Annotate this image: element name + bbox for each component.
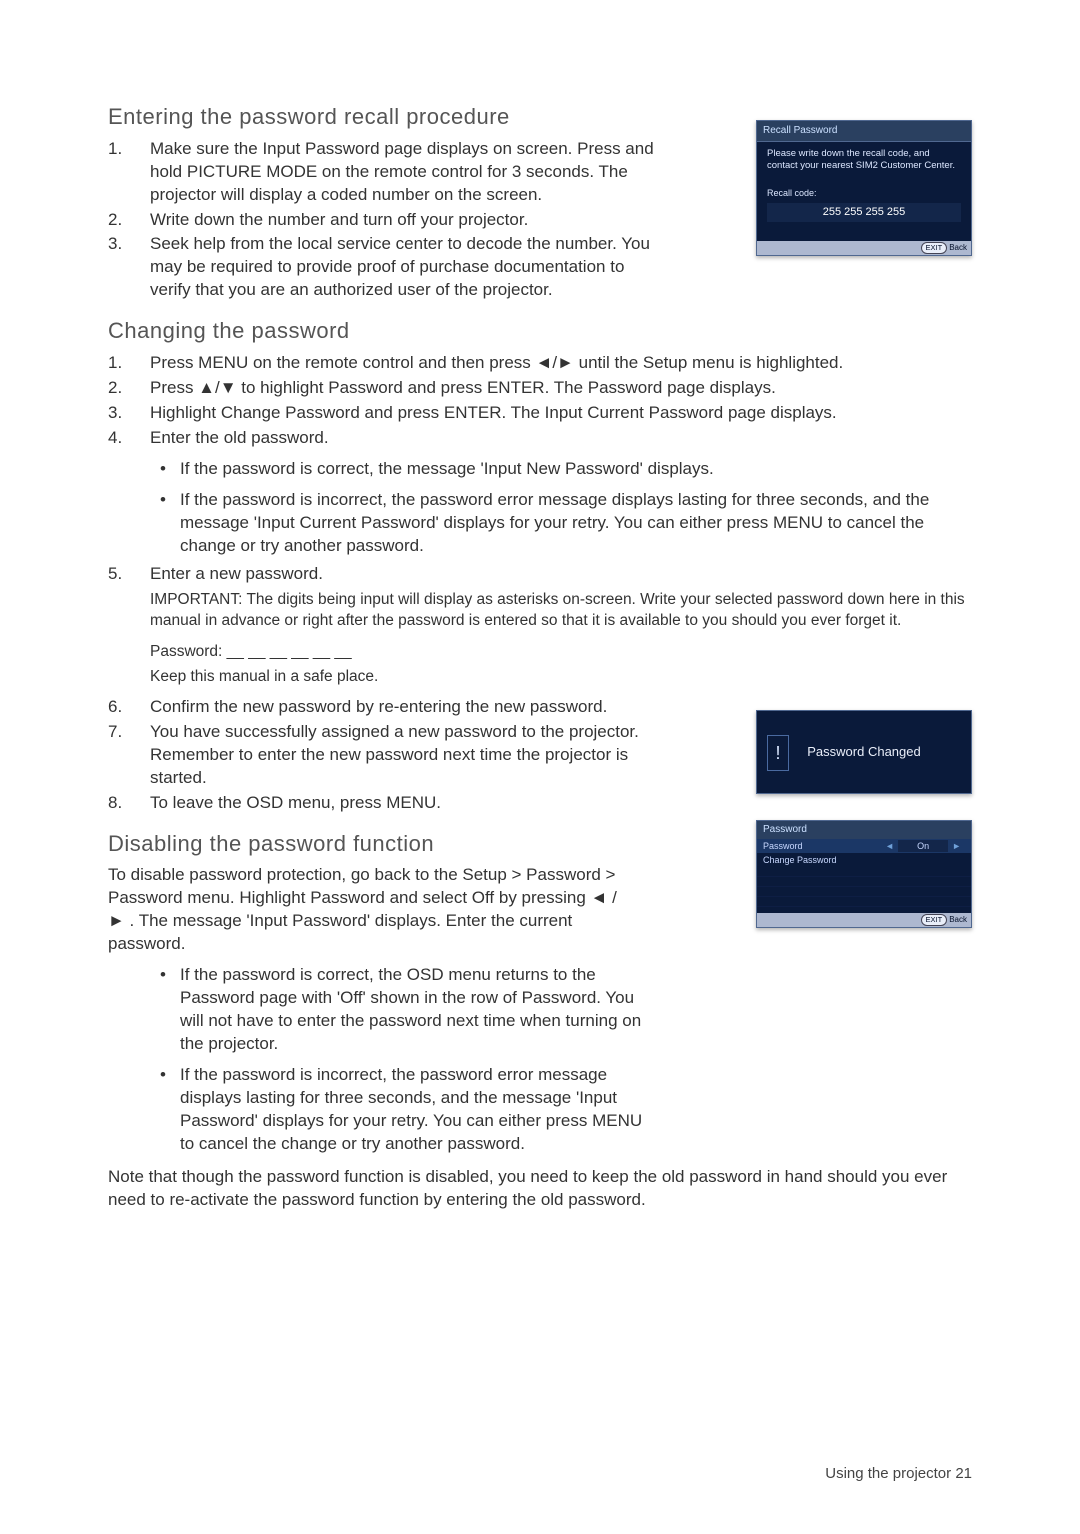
step-text: Seek help from the local service center … (150, 233, 660, 302)
blank-row (757, 897, 971, 907)
disable-bullets: •If the password is correct, the OSD men… (108, 964, 972, 1156)
osd-password-changed: ! Password Changed (756, 710, 972, 794)
osd-title: Recall Password (757, 121, 971, 142)
list-item: 3. Highlight Change Password and press E… (108, 402, 972, 425)
step-number: 3. (108, 233, 150, 256)
list-item: 4. Enter the old password. (108, 427, 972, 450)
list-item: 5. Enter a new password. (108, 563, 972, 586)
exit-button-label: EXIT (921, 914, 948, 926)
row-label: Change Password (763, 854, 965, 866)
step-text: To leave the OSD menu, press MENU. (150, 792, 972, 815)
osd-footer: EXITBack (757, 241, 971, 255)
step-number: 5. (108, 563, 150, 586)
step-text: You have successfully assigned a new pas… (150, 721, 660, 790)
osd-password-menu: Password Password ◄ On ► Change Password… (756, 820, 972, 928)
step-number: 6. (108, 696, 150, 719)
bullet-icon: • (150, 964, 180, 987)
step-number: 8. (108, 792, 150, 815)
step-text: Write down the number and turn off your … (150, 209, 660, 232)
bullet-icon: • (150, 458, 180, 481)
bullet-text: If the password is incorrect, the passwo… (180, 489, 972, 558)
blank-row (757, 877, 971, 887)
list-item: 2. Press ▲/▼ to highlight Password and p… (108, 377, 972, 400)
step-text: Press ▲/▼ to highlight Password and pres… (150, 377, 972, 400)
list-item: •If the password is correct, the OSD men… (150, 964, 972, 1056)
exit-button-label: EXIT (921, 242, 948, 254)
back-label: Back (949, 243, 967, 252)
step-text: Enter the old password. (150, 427, 972, 450)
osd-footer: EXITBack (757, 913, 971, 927)
step-number: 1. (108, 138, 150, 161)
right-arrow-icon: ► (948, 840, 965, 852)
menu-row-password: Password ◄ On ► (757, 839, 971, 853)
row-value: On (898, 840, 948, 852)
step-text: Make sure the Input Password page displa… (150, 138, 660, 207)
step-number: 7. (108, 721, 150, 744)
step-text: Press MENU on the remote control and the… (150, 352, 972, 375)
list-item: •If the password is incorrect, the passw… (150, 489, 972, 558)
list-item: •If the password is incorrect, the passw… (150, 1064, 972, 1156)
recall-code-value: 255 255 255 255 (767, 203, 961, 222)
step-number: 2. (108, 377, 150, 400)
back-label: Back (949, 915, 967, 924)
list-item: 1. Press MENU on the remote control and … (108, 352, 972, 375)
password-write-line: Password: __ __ __ __ __ __ (150, 642, 972, 663)
bullet-text: If the password is correct, the OSD menu… (180, 964, 650, 1056)
recall-code-label: Recall code: (767, 187, 961, 199)
osd-message: Password Changed (807, 743, 920, 761)
osd-recall-password: Recall Password Please write down the re… (756, 120, 972, 256)
step-number: 4. (108, 427, 150, 450)
osd-body-text: Please write down the recall code, and c… (767, 148, 961, 174)
step-number: 3. (108, 402, 150, 425)
bullet-text: If the password is correct, the message … (180, 458, 972, 481)
important-note-block: IMPORTANT: The digits being input will d… (108, 590, 972, 688)
heading-changing-password: Changing the password (108, 316, 972, 346)
disable-intro: To disable password protection, go back … (108, 864, 638, 956)
row-label: Password (763, 840, 881, 852)
step-text: Enter a new password. (150, 563, 972, 586)
list-item: •If the password is correct, the message… (150, 458, 972, 481)
blank-row (757, 887, 971, 897)
disable-note: Note that though the password function i… (108, 1166, 972, 1212)
important-text: IMPORTANT: The digits being input will d… (150, 590, 972, 632)
keep-safe-text: Keep this manual in a safe place. (150, 667, 972, 688)
page-footer: Using the projector 21 (825, 1464, 972, 1484)
step-number: 1. (108, 352, 150, 375)
menu-row-change-password: Change Password (757, 853, 971, 867)
sub-bullets-step4: •If the password is correct, the message… (108, 458, 972, 558)
bullet-icon: • (150, 489, 180, 512)
left-arrow-icon: ◄ (881, 840, 898, 852)
changing-steps-list: 1. Press MENU on the remote control and … (108, 352, 972, 450)
blank-row (757, 867, 971, 877)
bullet-icon: • (150, 1064, 180, 1087)
step-text: Highlight Change Password and press ENTE… (150, 402, 972, 425)
step5-list: 5. Enter a new password. (108, 563, 972, 586)
list-item: 8. To leave the OSD menu, press MENU. (108, 792, 972, 815)
warning-icon: ! (767, 735, 789, 771)
bullet-text: If the password is incorrect, the passwo… (180, 1064, 650, 1156)
osd-title: Password (757, 821, 971, 839)
step-number: 2. (108, 209, 150, 232)
